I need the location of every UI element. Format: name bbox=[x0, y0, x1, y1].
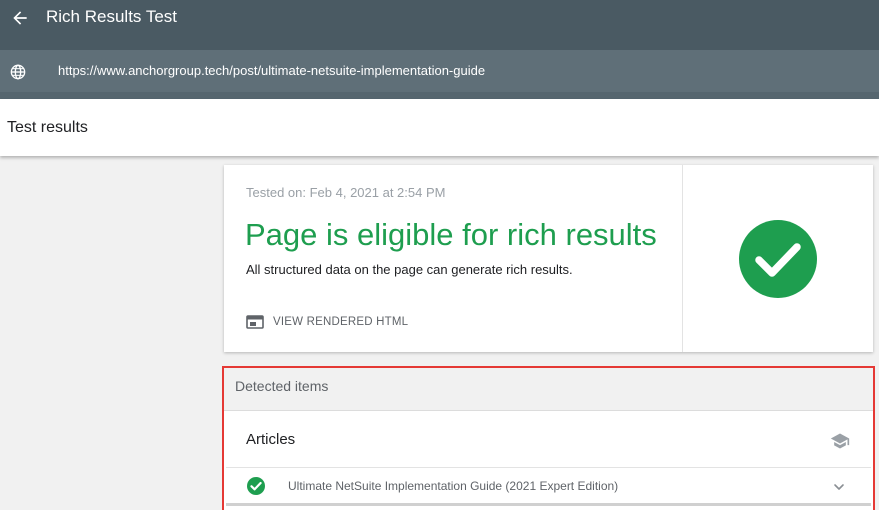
check-circle-icon bbox=[247, 477, 265, 495]
detected-item-row[interactable]: Ultimate NetSuite Implementation Guide (… bbox=[224, 468, 873, 504]
view-rendered-html-button[interactable]: VIEW RENDERED HTML bbox=[246, 315, 408, 329]
detected-items-label: Detected items bbox=[235, 378, 329, 394]
detected-items-panel: Detected items Articles Ultimate NetSuit… bbox=[222, 366, 875, 510]
check-circle-icon bbox=[739, 220, 817, 298]
view-rendered-html-label: VIEW RENDERED HTML bbox=[273, 316, 409, 328]
browser-window-icon bbox=[246, 315, 264, 329]
graduation-cap-icon bbox=[830, 433, 850, 449]
card-divider bbox=[682, 165, 683, 352]
status-description: All structured data on the page can gene… bbox=[246, 262, 573, 277]
detected-item-label: Ultimate NetSuite Implementation Guide (… bbox=[288, 479, 619, 493]
row-bottom-border bbox=[226, 503, 871, 506]
app-bar: Rich Results Test https://www.anchorgrou… bbox=[0, 0, 879, 99]
articles-section-title: Articles bbox=[246, 431, 296, 448]
app-title: Rich Results Test bbox=[46, 7, 178, 26]
detected-items-header: Detected items bbox=[224, 368, 873, 411]
chevron-down-icon[interactable] bbox=[832, 480, 846, 494]
status-title: Page is eligible for rich results bbox=[245, 217, 657, 252]
tested-on-text: Tested on: Feb 4, 2021 at 2:54 PM bbox=[246, 185, 446, 200]
results-header: Test results bbox=[0, 99, 879, 156]
results-title: Test results bbox=[7, 119, 88, 136]
url-bar-shadow bbox=[0, 92, 879, 99]
url-bar[interactable]: https://www.anchorgroup.tech/post/ultima… bbox=[0, 50, 879, 92]
summary-card: Tested on: Feb 4, 2021 at 2:54 PM Page i… bbox=[224, 165, 873, 352]
title-bar: Rich Results Test bbox=[0, 0, 879, 50]
back-arrow-icon[interactable] bbox=[10, 8, 30, 28]
summary-card-content: Tested on: Feb 4, 2021 at 2:54 PM Page i… bbox=[224, 165, 682, 352]
tested-url[interactable]: https://www.anchorgroup.tech/post/ultima… bbox=[58, 63, 485, 79]
globe-icon bbox=[10, 64, 26, 80]
